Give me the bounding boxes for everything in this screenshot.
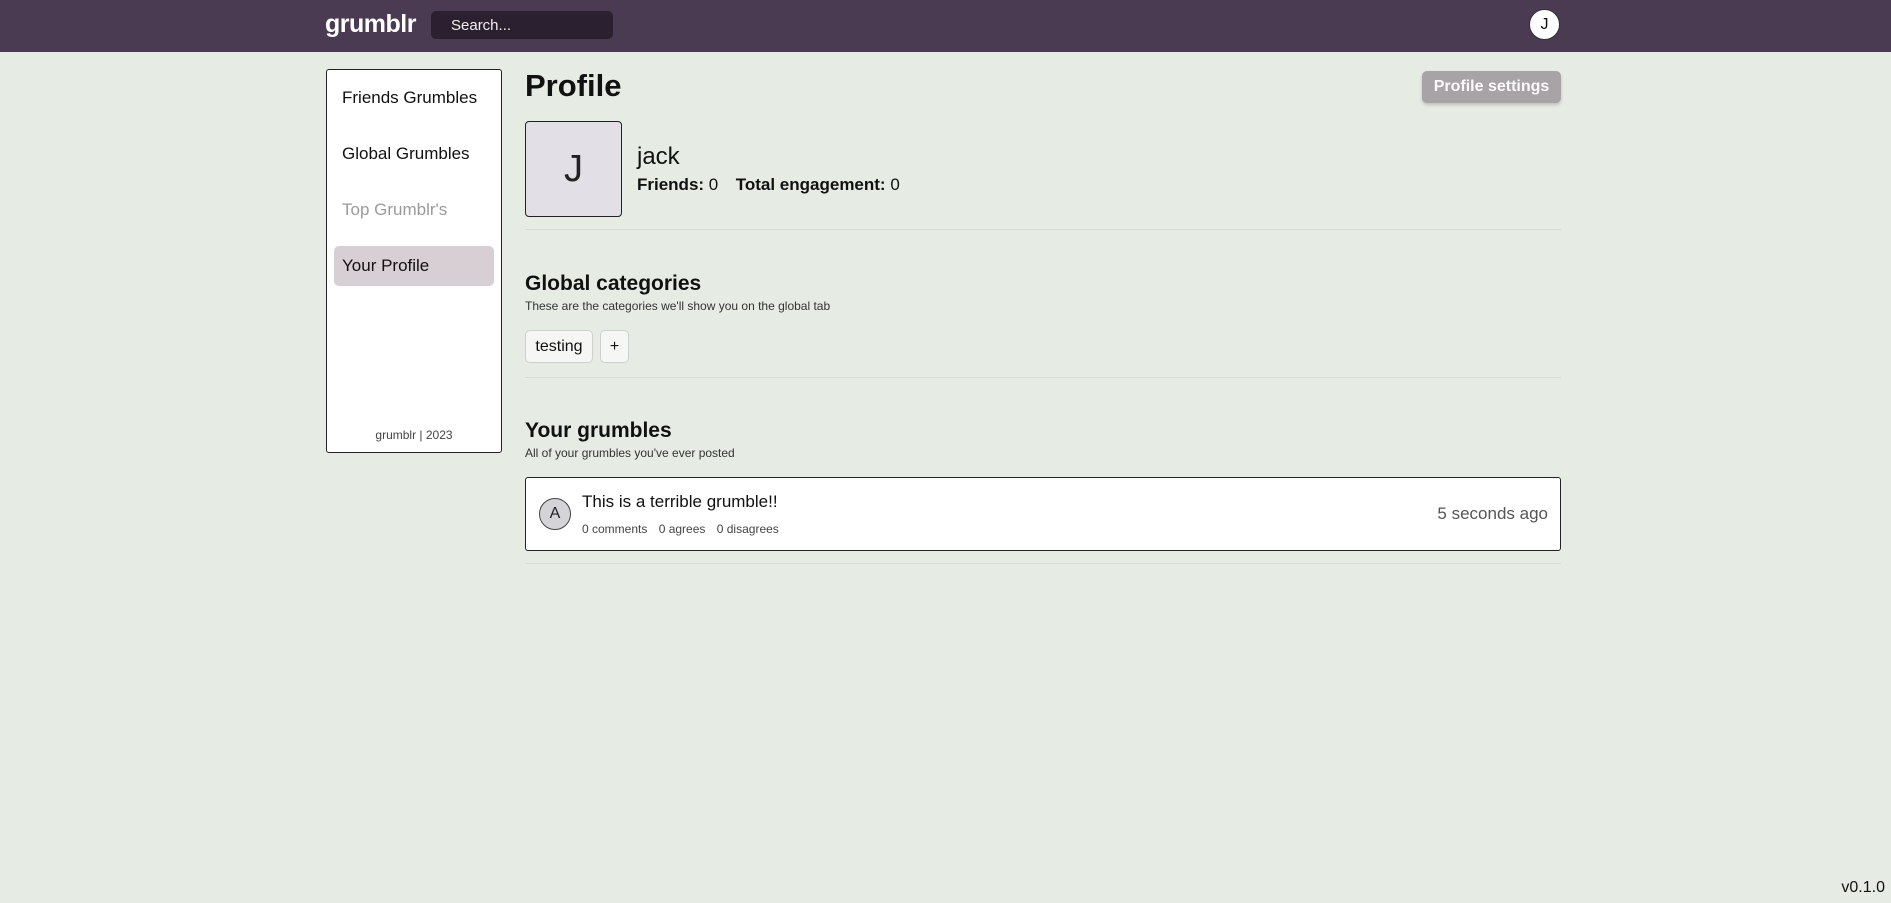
friends-count: 0	[708, 175, 719, 194]
version-label: v0.1.0	[1841, 879, 1885, 896]
grumble-agrees-count[interactable]: 0 agrees	[659, 522, 706, 536]
divider	[525, 377, 1561, 378]
top-bar: grumblr J	[0, 0, 1891, 52]
engagement-count: 0	[890, 175, 900, 194]
sidebar-item-friends-grumbles[interactable]: Friends Grumbles	[334, 78, 494, 118]
profile-username: jack	[637, 143, 680, 170]
friends-label: Friends:	[637, 175, 705, 194]
engagement-label: Total engagement:	[735, 175, 886, 194]
sidebar-item-your-profile[interactable]: Your Profile	[334, 246, 494, 286]
user-avatar-button[interactable]: J	[1529, 9, 1560, 40]
add-category-button[interactable]: +	[600, 330, 629, 363]
profile-avatar: J	[525, 121, 622, 217]
profile-settings-button[interactable]: Profile settings	[1422, 71, 1561, 103]
grumble-text: This is a terrible grumble!!	[582, 492, 778, 511]
profile-stats: Friends: 0 Total engagement: 0	[637, 175, 900, 195]
grumbles-subtitle: All of your grumbles you've ever posted	[525, 446, 735, 460]
sidebar: Friends Grumbles Global Grumbles Top Gru…	[326, 69, 502, 453]
grumble-disagrees-count[interactable]: 0 disagrees	[717, 522, 779, 536]
divider	[525, 563, 1561, 564]
search-input[interactable]	[431, 11, 613, 39]
grumble-card[interactable]: A This is a terrible grumble!! 0 comment…	[525, 477, 1561, 551]
divider	[525, 229, 1561, 230]
grumbles-title: Your grumbles	[525, 419, 672, 442]
grumble-author-avatar: A	[539, 498, 571, 530]
sidebar-item-top-grumblrs: Top Grumblr's	[342, 200, 448, 219]
categories-title: Global categories	[525, 272, 702, 295]
grumble-timestamp: 5 seconds ago	[1437, 504, 1548, 523]
categories-subtitle: These are the categories we'll show you …	[525, 299, 831, 313]
app-logo[interactable]: grumblr	[325, 10, 416, 39]
page-title: Profile	[525, 68, 622, 103]
sidebar-footer: grumblr | 2023	[375, 428, 453, 442]
grumble-comments-count[interactable]: 0 comments	[582, 522, 647, 536]
category-chip[interactable]: testing	[525, 330, 593, 363]
grumble-meta: 0 comments 0 agrees 0 disagrees	[582, 522, 787, 536]
sidebar-item-global-grumbles[interactable]: Global Grumbles	[334, 134, 494, 174]
